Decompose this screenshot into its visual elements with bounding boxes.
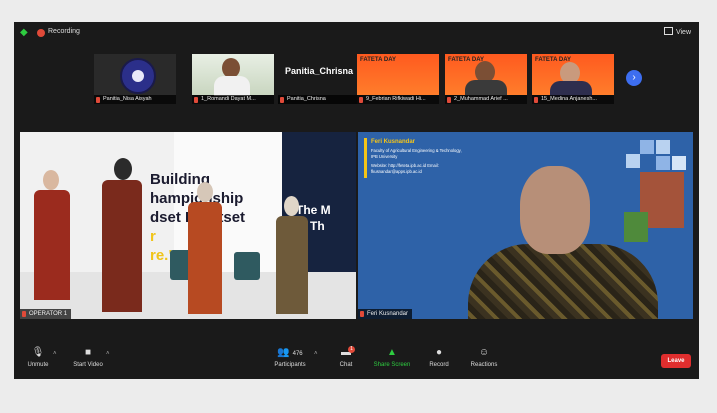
participant-thumb[interactable]: 1_Romandi Dayat M... xyxy=(192,54,274,104)
person xyxy=(102,180,142,312)
speaker-affiliation: Faculty of Agricultural Engineering & Te… xyxy=(371,148,462,159)
chevron-up-icon[interactable]: ˄ xyxy=(314,351,318,357)
mic-muted-icon xyxy=(22,311,26,317)
recording-icon xyxy=(37,29,45,37)
next-page-button[interactable]: › xyxy=(626,70,642,86)
chair xyxy=(234,252,260,280)
participants-icon: 👥 476 xyxy=(277,347,303,358)
chevron-up-icon[interactable]: ˄ xyxy=(106,351,110,357)
mic-muted-icon xyxy=(194,97,198,103)
chat-icon: ▬ 1 xyxy=(339,346,355,358)
participant-name: 9_Febrian Rifkiwadi Hi... xyxy=(357,95,439,104)
start-video-button[interactable]: ■ Start Video xyxy=(68,347,108,369)
campus-graphic xyxy=(590,132,693,262)
chat-badge: 1 xyxy=(348,346,355,353)
video-off-icon: ■ xyxy=(84,347,92,358)
speaker-info-card: Feri Kusnandar Faculty of Agricultural E… xyxy=(364,138,466,190)
grid-view-icon xyxy=(663,27,673,35)
participant-video: FATETA DAY xyxy=(357,54,439,95)
participant-thumb[interactable]: FATETA DAY 9_Febrian Rifkiwadi Hi... xyxy=(357,54,439,104)
chat-button[interactable]: ▬ 1 Chat xyxy=(334,346,358,368)
ipb-logo-icon xyxy=(120,58,156,94)
microphone-muted-icon: 🎙 xyxy=(31,347,45,358)
share-screen-icon: ▲ xyxy=(387,347,397,358)
speaker-video xyxy=(468,244,658,319)
reactions-button[interactable]: ☺ Reactions xyxy=(466,347,502,369)
record-button[interactable]: ● Record xyxy=(426,347,452,369)
view-button[interactable]: View xyxy=(663,27,691,36)
view-label: View xyxy=(675,29,691,36)
person xyxy=(188,202,222,314)
mic-muted-icon xyxy=(280,97,284,103)
participant-name: 1_Romandi Dayat M... xyxy=(192,95,274,104)
shield-icon[interactable]: ◆ xyxy=(20,28,30,38)
zoom-window: ◆ Recording View Panitia_Nisa Aisyah 1_R… xyxy=(14,22,699,379)
top-bar: ◆ Recording View xyxy=(14,22,699,44)
participant-thumb[interactable]: Panitia_Nisa Aisyah xyxy=(94,54,176,104)
participant-video: FATETA DAY xyxy=(445,54,527,96)
participant-name-label: OPERATOR 1 xyxy=(20,309,72,319)
participants-button[interactable]: 👥 476 Participants xyxy=(270,347,310,369)
unmute-button[interactable]: 🎙 Unmute xyxy=(24,347,52,369)
participant-name: 2_Muhammad Arief ... xyxy=(445,95,527,104)
person xyxy=(34,190,70,300)
participant-video xyxy=(192,54,274,96)
chevron-right-icon: › xyxy=(632,72,636,83)
leave-button[interactable]: Leave xyxy=(661,354,691,368)
participant-video: FATETA DAY xyxy=(532,54,614,97)
mic-muted-icon xyxy=(447,97,451,103)
video-panel-right[interactable]: Feri Kusnandar Faculty of Agricultural E… xyxy=(358,132,693,319)
participant-thumb[interactable]: FATETA DAY 2_Muhammad Arief ... xyxy=(445,54,527,104)
share-screen-button[interactable]: ▲ Share Screen xyxy=(370,347,414,369)
participant-name-label: Feri Kusnandar xyxy=(358,309,413,319)
participant-name: Panitia_Nisa Aisyah xyxy=(94,95,176,104)
participant-display-name: Panitia_Chrisna xyxy=(284,66,354,76)
mic-muted-icon xyxy=(359,97,363,103)
mic-muted-icon xyxy=(360,311,364,317)
participant-name: Panitia_Chrisna xyxy=(278,95,360,104)
speaker-contact: Website: http://feteta.ipb.ac.id Email: … xyxy=(371,163,439,174)
smiley-plus-icon: ☺ xyxy=(478,347,490,358)
mic-muted-icon xyxy=(96,97,100,103)
participant-thumb[interactable]: Panitia_Chrisna Panitia_Chrisna xyxy=(278,54,360,104)
speaker-title: Feri Kusnandar xyxy=(371,139,416,145)
meeting-toolbar: 🎙 Unmute ˄ ■ Start Video ˄ 👥 476 Partici… xyxy=(14,344,699,379)
participant-name: 15_Medina Anjanesh... xyxy=(532,95,614,104)
recording-label: Recording xyxy=(48,28,80,35)
record-icon: ● xyxy=(435,347,443,358)
person xyxy=(276,216,308,314)
participant-thumb[interactable]: FATETA DAY 15_Medina Anjanesh... xyxy=(532,54,614,104)
speaker-head xyxy=(520,166,590,254)
video-panel-left[interactable]: Building hampionship dset Heartset r re.… xyxy=(20,132,356,319)
chevron-up-icon[interactable]: ˄ xyxy=(53,351,57,357)
mic-muted-icon xyxy=(534,97,538,103)
